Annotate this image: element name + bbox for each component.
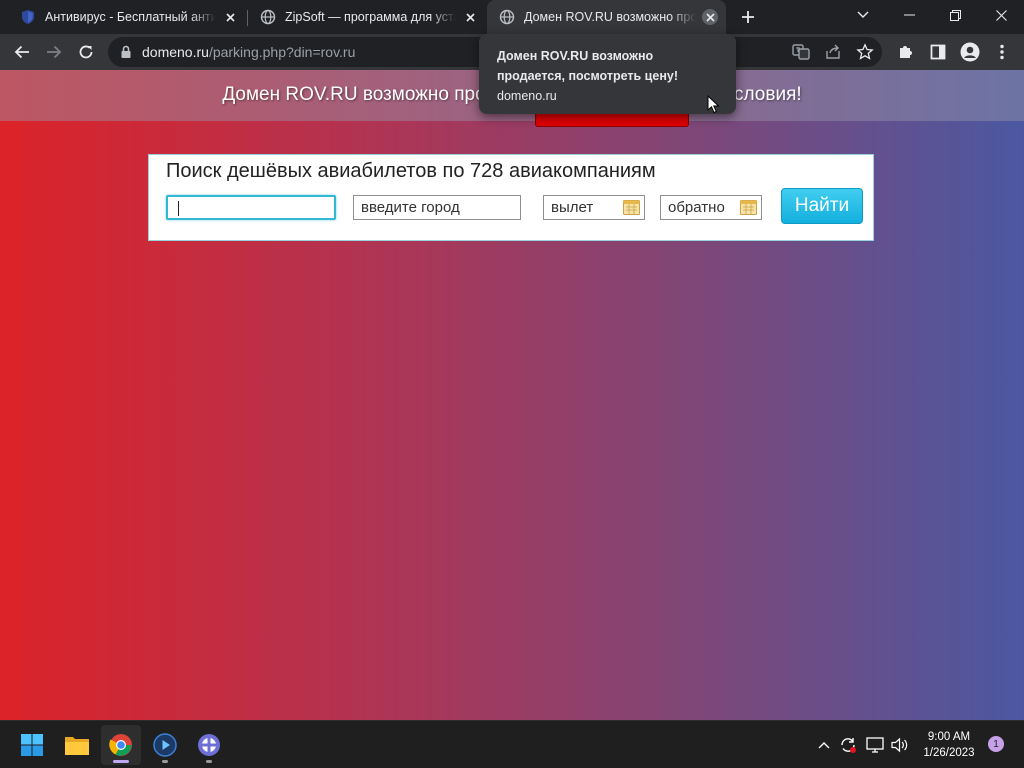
forward-button[interactable]	[40, 38, 68, 66]
reload-button[interactable]	[72, 38, 100, 66]
bookmark-button[interactable]	[854, 41, 876, 63]
tab-title: Антивирус - Бесплатный антивирус	[45, 10, 216, 24]
network-tray-button[interactable]	[864, 734, 886, 756]
search-title: Поиск дешёвых авиабилетов по 728 авиаком…	[166, 160, 656, 182]
media-player-button[interactable]	[145, 725, 185, 765]
share-icon	[826, 44, 840, 59]
avatar-icon	[960, 42, 980, 62]
close-icon[interactable]	[702, 9, 718, 25]
menu-button[interactable]	[988, 38, 1016, 66]
text-caret	[178, 201, 179, 216]
show-hidden-icons-button[interactable]	[813, 734, 835, 756]
speaker-icon	[891, 737, 908, 753]
volume-tray-button[interactable]	[889, 734, 911, 756]
monitor-network-icon	[866, 737, 884, 753]
star-icon	[856, 43, 874, 60]
depart-date-placeholder: вылет	[551, 199, 594, 216]
shield-icon	[22, 10, 34, 24]
chevron-up-icon	[818, 742, 830, 749]
from-city-input[interactable]	[166, 195, 336, 220]
url-text: domeno.ru/parking.php?din=rov.ru	[142, 44, 355, 60]
globe-icon	[260, 9, 276, 25]
translate-button[interactable]	[790, 41, 812, 63]
close-icon	[995, 9, 1007, 21]
calendar-icon[interactable]	[623, 199, 640, 215]
chevron-down-icon	[857, 11, 869, 18]
kebab-menu-icon	[1000, 44, 1004, 60]
app-icon	[198, 734, 220, 756]
running-indicator	[113, 760, 129, 763]
tab-zipsoft[interactable]: ZipSoft — программа для установки	[248, 0, 486, 34]
search-button[interactable]: Найти	[781, 188, 863, 224]
arrow-right-icon	[47, 45, 62, 59]
tooltip-title: Домен ROV.RU возможно продается, посмотр…	[497, 49, 678, 83]
page-content: Домен ROV.RU возможно продается, посмотр…	[0, 70, 1024, 720]
profile-button[interactable]	[956, 38, 984, 66]
media-player-icon	[153, 733, 177, 757]
close-window-button[interactable]	[978, 0, 1024, 30]
reload-icon	[79, 45, 93, 59]
minimize-icon	[903, 14, 915, 16]
tab-hover-tooltip: Домен ROV.RU возможно продается, посмотр…	[479, 34, 736, 114]
close-icon[interactable]	[222, 9, 238, 25]
return-date-placeholder: обратно	[668, 199, 725, 216]
running-indicator	[206, 760, 212, 763]
depart-date-input[interactable]: вылет	[543, 195, 645, 220]
app-button[interactable]	[189, 725, 229, 765]
tab-antivirus[interactable]: Антивирус - Бесплатный антивирус	[8, 0, 246, 34]
restore-button[interactable]	[932, 0, 978, 30]
taskbar-clock[interactable]: 9:00 AM 1/26/2023	[913, 729, 985, 761]
windows-logo-icon	[21, 734, 43, 756]
chrome-icon	[109, 734, 132, 756]
clock-time: 9:00 AM	[927, 731, 971, 743]
close-icon[interactable]	[462, 9, 478, 25]
chrome-button[interactable]	[101, 725, 141, 765]
extensions-button[interactable]	[892, 38, 920, 66]
side-panel-button[interactable]	[924, 38, 952, 66]
sync-tray-button[interactable]	[837, 734, 859, 756]
tab-strip: Антивирус - Бесплатный антивирус ZipSoft…	[0, 0, 1024, 34]
folder-icon	[65, 737, 89, 755]
globe-icon	[499, 9, 515, 25]
side-panel-icon	[930, 44, 946, 60]
minimize-button[interactable]	[886, 0, 932, 30]
tab-rov-domain[interactable]: Домен ROV.RU возможно продается	[487, 0, 726, 34]
taskbar: 9:00 AM 1/26/2023 1	[0, 720, 1024, 768]
mouse-cursor-icon	[707, 95, 720, 114]
translate-icon	[792, 44, 810, 60]
puzzle-icon	[900, 46, 912, 58]
to-city-input[interactable]: введите город	[353, 195, 521, 220]
flight-search-widget: Поиск дешёвых авиабилетов по 728 авиаком…	[148, 154, 874, 241]
start-button[interactable]	[12, 725, 52, 765]
url-host: domeno.ru	[142, 44, 209, 60]
restore-icon	[949, 9, 961, 21]
share-button[interactable]	[822, 41, 844, 63]
tab-title: Домен ROV.RU возможно продается	[524, 10, 696, 24]
tab-search-button[interactable]	[840, 0, 886, 30]
arrow-left-icon	[14, 45, 29, 59]
screen: Антивирус - Бесплатный антивирус ZipSoft…	[0, 0, 1024, 768]
running-indicator	[162, 760, 168, 763]
url-path: /parking.php?din=rov.ru	[208, 44, 356, 60]
lock-icon[interactable]	[118, 44, 134, 60]
clock-date: 1/26/2023	[923, 747, 975, 759]
tab-title: ZipSoft — программа для установки	[285, 10, 456, 24]
new-tab-button[interactable]	[736, 5, 760, 29]
plus-icon	[742, 11, 754, 23]
tooltip-url: domeno.ru	[497, 89, 557, 103]
to-city-placeholder: введите город	[361, 199, 460, 216]
back-button[interactable]	[8, 38, 36, 66]
sync-icon	[841, 738, 856, 753]
return-date-input[interactable]: обратно	[660, 195, 762, 220]
notification-badge[interactable]: 1	[988, 736, 1004, 752]
calendar-icon[interactable]	[740, 199, 757, 215]
file-explorer-button[interactable]	[57, 725, 97, 765]
